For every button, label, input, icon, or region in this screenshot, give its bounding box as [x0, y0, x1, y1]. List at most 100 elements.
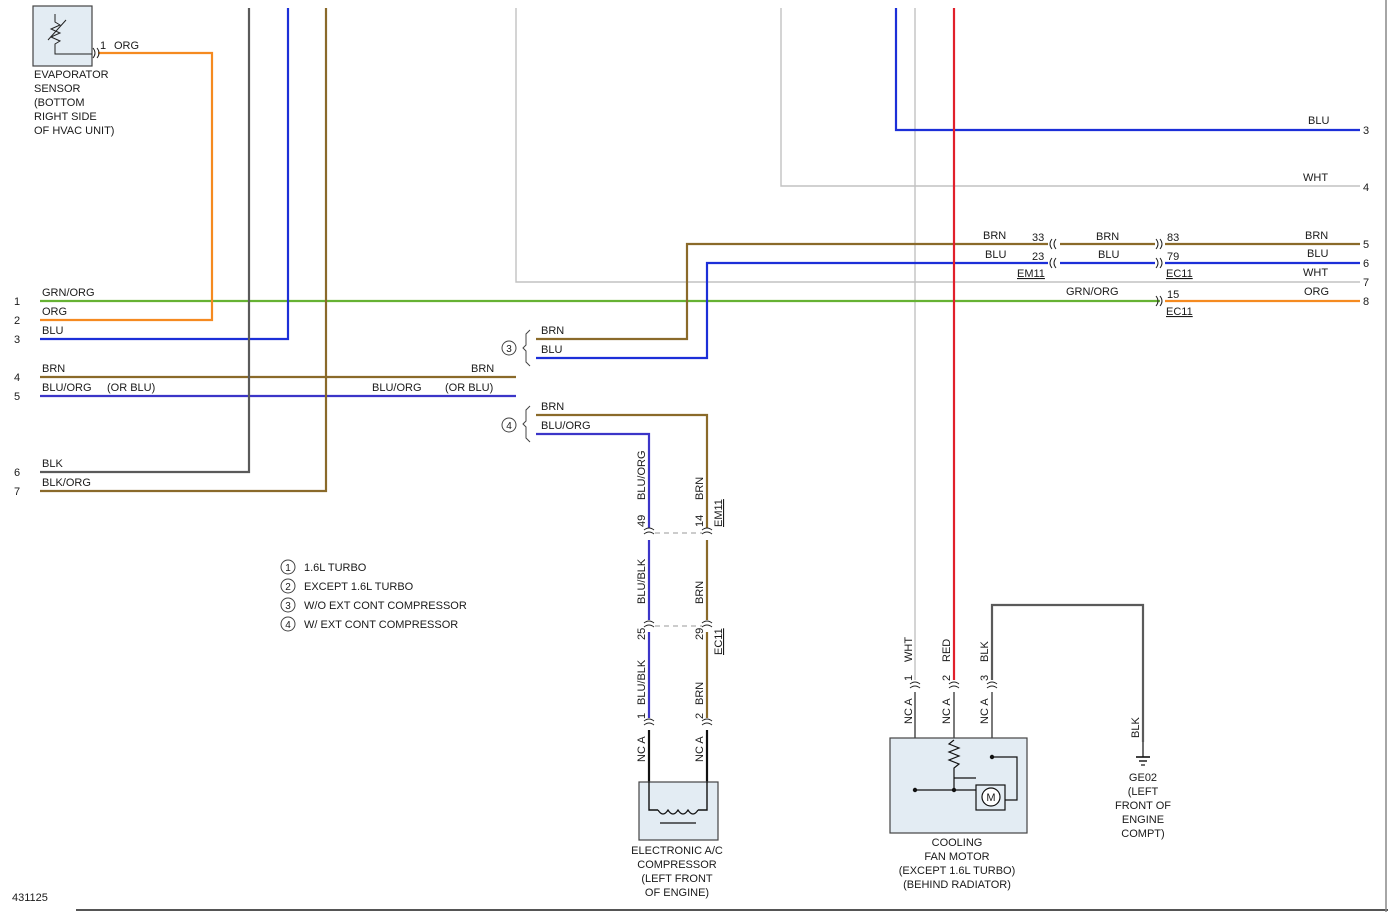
svg-text:25: 25 — [636, 628, 648, 640]
compressor-label-3: (LEFT FRONT — [641, 873, 713, 885]
evaporator-sensor: 1 ORG EVAPORATOR SENSOR (BOTTOM RIGHT SI… — [32, 5, 139, 137]
svg-text:NC A: NC A — [636, 736, 648, 762]
left-pin-color: BLK/ORG — [42, 477, 91, 489]
right-pin-num: 6 — [1363, 258, 1369, 270]
legend-item: 1.6L TURBO — [304, 562, 367, 574]
left-pin-color: GRN/ORG — [42, 287, 95, 299]
svg-text:M: M — [986, 792, 995, 804]
ground-label-5: COMPT) — [1121, 828, 1164, 840]
svg-text:BRN: BRN — [694, 477, 706, 500]
left-pin-color: ORG — [42, 306, 67, 318]
variant-3-wire-1: BRN — [541, 325, 564, 337]
wire-label: GRN/ORG — [1066, 286, 1119, 298]
right-pin-num: 3 — [1363, 125, 1369, 137]
svg-text:3: 3 — [285, 601, 291, 612]
svg-text:2: 2 — [694, 713, 706, 719]
wire-label: BLU — [985, 249, 1006, 261]
mid-bluorg-label: BLU/ORG — [372, 382, 422, 394]
right-pin-color: WHT — [1303, 172, 1328, 184]
right-pin-color: ORG — [1304, 286, 1329, 298]
right-pin-num: 5 — [1363, 239, 1369, 251]
left-pin-num: 3 — [14, 334, 20, 346]
evaporator-label-1: EVAPORATOR — [34, 69, 109, 81]
right-pin-color: BLU — [1308, 115, 1329, 127]
svg-text:14: 14 — [694, 515, 706, 527]
electronic-ac-compressor: ELECTRONIC A/C COMPRESSOR (LEFT FRONT OF… — [631, 781, 723, 899]
fan-motor-label-2: FAN MOTOR — [924, 851, 989, 863]
variant-3-wire-2: BLU — [541, 344, 562, 356]
connector-id-ec11: EC11 — [1166, 268, 1193, 280]
evaporator-label-5: OF HVAC UNIT) — [34, 125, 114, 137]
svg-text:1: 1 — [285, 563, 291, 574]
ground-label-3: FRONT OF — [1115, 800, 1171, 812]
connector-id-ec11-b: EC11 — [1166, 306, 1193, 318]
svg-text:BLU/ORG: BLU/ORG — [636, 450, 648, 500]
compressor-label-1: ELECTRONIC A/C — [631, 845, 723, 857]
fan-motor-wire-labels: WHT 1 RED 2 BLK 3 NC A NC A NC A — [903, 637, 991, 724]
wire-blu-org-variant4 — [536, 432, 651, 528]
svg-text:NC A: NC A — [941, 698, 953, 724]
evaporator-label-4: RIGHT SIDE — [34, 111, 97, 123]
variant-brackets: 3 BRN BLU 4 BRN BLU/ORG — [501, 325, 591, 443]
svg-text:BRN: BRN — [694, 682, 706, 705]
right-pin-num: 8 — [1363, 296, 1369, 308]
svg-text:3: 3 — [979, 675, 991, 681]
legend-item: W/ EXT CONT COMPRESSOR — [304, 619, 458, 631]
right-pin-num: 7 — [1363, 277, 1369, 289]
svg-text:RED: RED — [941, 639, 953, 662]
wire-label: BRN — [1096, 231, 1119, 243]
svg-text:4: 4 — [285, 620, 291, 631]
svg-text:BLK: BLK — [1130, 717, 1142, 738]
svg-text:BLK: BLK — [979, 641, 991, 662]
svg-text:WHT: WHT — [903, 637, 915, 662]
left-pin-alt: (OR BLU) — [107, 382, 155, 394]
connector-pin: 79 — [1167, 251, 1179, 263]
left-pin-color: BLU — [42, 325, 63, 337]
wiring-diagram: 1 ORG EVAPORATOR SENSOR (BOTTOM RIGHT SI… — [12, 0, 1388, 912]
left-pin-color: BRN — [42, 363, 65, 375]
svg-text:BRN: BRN — [694, 581, 706, 604]
connector-pin: 15 — [1167, 289, 1179, 301]
mid-brn-label: BRN — [471, 363, 494, 375]
right-pin-color: BLU — [1307, 248, 1328, 260]
svg-text:BLU/BLK: BLU/BLK — [636, 558, 648, 604]
wire-brn-variant3 — [536, 242, 1048, 341]
legend-item: EXCEPT 1.6L TURBO — [304, 581, 414, 593]
fan-motor-label-4: (BEHIND RADIATOR) — [903, 879, 1011, 891]
ground-label-4: ENGINE — [1122, 814, 1164, 826]
evaporator-label-2: SENSOR — [34, 83, 81, 95]
variant-4-wire-2: BLU/ORG — [541, 420, 591, 432]
evaporator-pin: 1 — [100, 40, 106, 52]
fan-motor-label-3: (EXCEPT 1.6L TURBO) — [899, 865, 1016, 877]
connector-pin: 23 — [1032, 251, 1044, 263]
left-pin-num: 4 — [14, 372, 20, 384]
right-harness-wires — [536, 8, 1360, 680]
svg-text:2: 2 — [941, 675, 953, 681]
svg-text:BLU/BLK: BLU/BLK — [636, 659, 648, 705]
svg-text:EM11: EM11 — [713, 499, 725, 527]
left-pin-num: 6 — [14, 467, 20, 479]
left-pin-num: 2 — [14, 315, 20, 327]
svg-text:1: 1 — [636, 713, 648, 719]
svg-text:NC A: NC A — [694, 736, 706, 762]
right-pin-color: BRN — [1305, 230, 1328, 242]
connector-pin: 83 — [1167, 232, 1179, 244]
compressor-label-4: OF ENGINE) — [645, 887, 709, 899]
svg-text:49: 49 — [636, 515, 648, 527]
left-pin-labels: 1 GRN/ORG 2 ORG 3 BLU 4 BRN 5 BLU/ORG (O… — [14, 287, 494, 498]
connector-id-em11: EM11 — [1017, 268, 1045, 280]
ground-label-1: GE02 — [1129, 772, 1157, 784]
svg-text:4: 4 — [506, 421, 512, 432]
compressor-label-2: COMPRESSOR — [637, 859, 717, 871]
wire-label: BRN — [983, 230, 1006, 242]
mid-bluorg-alt: (OR BLU) — [445, 382, 493, 394]
connector-pin: 33 — [1032, 232, 1044, 244]
svg-text:1: 1 — [903, 675, 915, 681]
left-pin-num: 5 — [14, 391, 20, 403]
fan-motor-label-1: COOLING — [932, 837, 983, 849]
svg-text:29: 29 — [694, 628, 706, 640]
left-pin-color: BLU/ORG — [42, 382, 92, 394]
ground-label-2: (LEFT — [1128, 786, 1159, 798]
right-pin-color: WHT — [1303, 267, 1328, 279]
variant-legend: 1 1.6L TURBO 2 EXCEPT 1.6L TURBO 3 W/O E… — [280, 559, 467, 632]
